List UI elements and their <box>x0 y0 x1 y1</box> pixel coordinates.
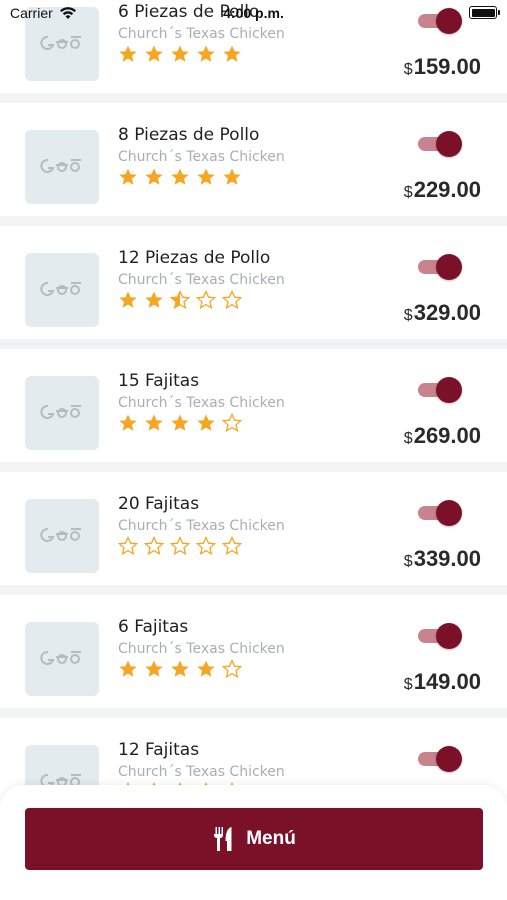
availability-toggle[interactable] <box>418 746 462 772</box>
product-price: $339.00 <box>404 546 481 572</box>
product-image <box>25 253 99 327</box>
star-full-icon <box>196 659 216 679</box>
price-amount: 269.00 <box>413 423 481 448</box>
star-full-icon <box>170 659 190 679</box>
product-vendor: Church´s Texas Chicken <box>118 395 285 411</box>
star-full-icon <box>144 167 164 187</box>
product-name: 20 Fajitas <box>118 494 200 514</box>
star-full-icon <box>118 290 138 310</box>
star-full-icon <box>118 413 138 433</box>
star-full-icon <box>144 413 164 433</box>
rating-stars <box>118 659 248 679</box>
product-image <box>25 622 99 696</box>
status-time: 4:00 p.m. <box>223 5 284 21</box>
product-vendor: Church´s Texas Chicken <box>118 641 285 657</box>
product-name: 15 Fajitas <box>118 371 200 391</box>
star-full-icon <box>222 167 242 187</box>
star-empty-icon <box>196 290 216 310</box>
product-price: $329.00 <box>404 300 481 326</box>
product-list[interactable]: 6 Piezas de Pollo Church´s Texas Chicken $… <box>0 0 507 841</box>
star-full-icon <box>222 44 242 64</box>
product-image <box>25 130 99 204</box>
status-bar: Carrier 4:00 p.m. <box>0 0 507 26</box>
price-currency: $ <box>403 61 413 78</box>
bottom-bar: Menú <box>0 785 507 900</box>
star-empty-icon <box>170 536 190 556</box>
star-full-icon <box>170 413 190 433</box>
price-currency: $ <box>403 307 413 324</box>
price-amount: 329.00 <box>413 300 481 325</box>
placeholder-logo-icon <box>39 279 85 302</box>
star-empty-icon <box>222 413 242 433</box>
star-empty-icon <box>144 536 164 556</box>
product-vendor: Church´s Texas Chicken <box>118 518 285 534</box>
placeholder-logo-icon <box>39 402 85 425</box>
availability-toggle[interactable] <box>418 254 462 280</box>
price-amount: 149.00 <box>413 669 481 694</box>
rating-stars <box>118 290 248 310</box>
star-full-icon <box>144 44 164 64</box>
placeholder-logo-icon <box>39 525 85 548</box>
star-full-icon <box>170 167 190 187</box>
star-empty-icon <box>222 659 242 679</box>
star-empty-icon <box>118 536 138 556</box>
star-full-icon <box>196 167 216 187</box>
price-amount: 339.00 <box>413 546 481 571</box>
placeholder-logo-icon <box>39 648 85 671</box>
price-currency: $ <box>403 184 413 201</box>
price-currency: $ <box>403 676 413 693</box>
product-price: $149.00 <box>404 669 481 695</box>
star-full-icon <box>144 290 164 310</box>
product-price: $269.00 <box>404 423 481 449</box>
product-price: $229.00 <box>404 177 481 203</box>
price-currency: $ <box>403 430 413 447</box>
availability-toggle[interactable] <box>418 500 462 526</box>
star-full-icon <box>170 44 190 64</box>
product-image <box>25 376 99 450</box>
star-empty-icon <box>222 290 242 310</box>
product-vendor: Church´s Texas Chicken <box>118 272 285 288</box>
product-card[interactable]: 20 Fajitas Church´s Texas Chicken $339.00 <box>0 472 507 585</box>
rating-stars <box>118 167 248 187</box>
product-vendor: Church´s Texas Chicken <box>118 149 285 165</box>
price-amount: 229.00 <box>413 177 481 202</box>
product-vendor: Church´s Texas Chicken <box>118 764 285 780</box>
star-empty-icon <box>222 536 242 556</box>
star-full-icon <box>118 44 138 64</box>
star-full-icon <box>144 659 164 679</box>
product-card[interactable]: 8 Piezas de Pollo Church´s Texas Chicken $… <box>0 103 507 216</box>
star-full-icon <box>196 44 216 64</box>
rating-stars <box>118 44 248 64</box>
availability-toggle[interactable] <box>418 377 462 403</box>
price-currency: $ <box>403 553 413 570</box>
battery-icon <box>469 6 500 19</box>
placeholder-logo-icon <box>39 33 85 56</box>
product-image <box>25 499 99 573</box>
star-full-icon <box>196 413 216 433</box>
star-empty-icon <box>196 536 216 556</box>
product-vendor: Church´s Texas Chicken <box>118 26 285 42</box>
star-full-icon <box>118 659 138 679</box>
availability-toggle[interactable] <box>418 131 462 157</box>
placeholder-logo-icon <box>39 156 85 179</box>
rating-stars <box>118 536 248 556</box>
star-full-icon <box>118 167 138 187</box>
availability-toggle[interactable] <box>418 623 462 649</box>
product-card[interactable]: 15 Fajitas Church´s Texas Chicken $269.00 <box>0 349 507 462</box>
product-card[interactable]: 12 Piezas de Pollo Church´s Texas Chicken… <box>0 226 507 339</box>
product-name: 12 Fajitas <box>118 740 200 760</box>
menu-button[interactable]: Menú <box>25 808 483 870</box>
product-card[interactable]: 6 Fajitas Church´s Texas Chicken $149.00 <box>0 595 507 708</box>
rating-stars <box>118 413 248 433</box>
product-price: $159.00 <box>404 54 481 80</box>
price-amount: 159.00 <box>413 54 481 79</box>
product-name: 6 Fajitas <box>118 617 189 637</box>
product-name: 12 Piezas de Pollo <box>118 248 271 268</box>
menu-label: Menú <box>246 828 296 849</box>
product-name: 8 Piezas de Pollo <box>118 125 260 145</box>
star-half-icon <box>170 290 190 310</box>
fork-knife-icon <box>214 827 232 851</box>
